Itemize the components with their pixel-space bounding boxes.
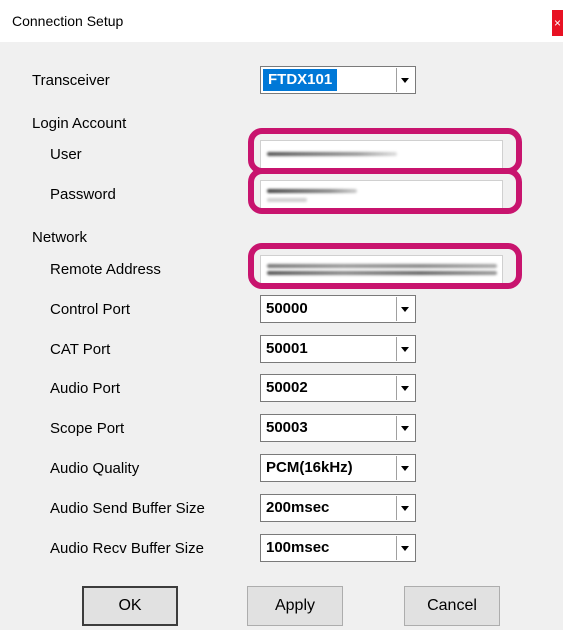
chevron-down-icon[interactable]: [396, 297, 414, 321]
chevron-down-icon[interactable]: [396, 376, 414, 400]
password-field[interactable]: [260, 180, 503, 210]
remote-address-label: Remote Address: [50, 261, 161, 278]
control-port-value: 50000: [266, 300, 308, 317]
scope-port-value: 50003: [266, 419, 308, 436]
audio-send-buffer-select[interactable]: 200msec: [260, 494, 416, 522]
transceiver-select[interactable]: FTDX101: [260, 66, 416, 94]
audio-quality-label: Audio Quality: [50, 460, 140, 477]
redacted-text: [267, 271, 497, 275]
audio-quality-value: PCM(16kHz): [266, 459, 353, 476]
cat-port-select[interactable]: 50001: [260, 335, 416, 363]
user-label: User: [50, 146, 82, 163]
audio-send-buffer-label: Audio Send Buffer Size: [50, 500, 205, 517]
redacted-text: [267, 189, 357, 193]
ok-button[interactable]: OK: [82, 586, 178, 626]
cat-port-label: CAT Port: [50, 341, 111, 358]
close-icon: ×: [553, 16, 561, 30]
chevron-down-icon[interactable]: [396, 416, 414, 440]
audio-send-buffer-value: 200msec: [266, 499, 330, 516]
password-label: Password: [50, 186, 116, 203]
chevron-down-icon[interactable]: [396, 68, 414, 92]
window-title: Connection Setup: [12, 13, 124, 29]
network-section-label: Network: [32, 229, 88, 246]
scope-port-select[interactable]: 50003: [260, 414, 416, 442]
redacted-text: [267, 264, 497, 268]
apply-button[interactable]: Apply: [247, 586, 343, 626]
audio-port-value: 50002: [266, 379, 308, 396]
transceiver-label: Transceiver: [32, 72, 110, 89]
remote-address-field[interactable]: [260, 255, 503, 285]
chevron-down-icon[interactable]: [396, 456, 414, 480]
chevron-down-icon[interactable]: [396, 496, 414, 520]
chevron-down-icon[interactable]: [396, 536, 414, 560]
scope-port-label: Scope Port: [50, 420, 125, 437]
close-button[interactable]: ×: [552, 10, 563, 36]
control-port-label: Control Port: [50, 301, 131, 318]
user-field[interactable]: [260, 140, 503, 170]
cancel-button[interactable]: Cancel: [404, 586, 500, 626]
audio-recv-buffer-value: 100msec: [266, 539, 330, 556]
audio-recv-buffer-select[interactable]: 100msec: [260, 534, 416, 562]
audio-port-select[interactable]: 50002: [260, 374, 416, 402]
audio-quality-select[interactable]: PCM(16kHz): [260, 454, 416, 482]
redacted-text: [267, 198, 307, 202]
audio-recv-buffer-label: Audio Recv Buffer Size: [50, 540, 204, 557]
redacted-text: [267, 152, 397, 156]
chevron-down-icon[interactable]: [396, 337, 414, 361]
cat-port-value: 50001: [266, 340, 308, 357]
audio-port-label: Audio Port: [50, 380, 121, 397]
title-bar: Connection Setup ×: [0, 0, 563, 42]
transceiver-value: FTDX101: [263, 69, 338, 91]
control-port-select[interactable]: 50000: [260, 295, 416, 323]
login-account-section-label: Login Account: [32, 115, 127, 132]
